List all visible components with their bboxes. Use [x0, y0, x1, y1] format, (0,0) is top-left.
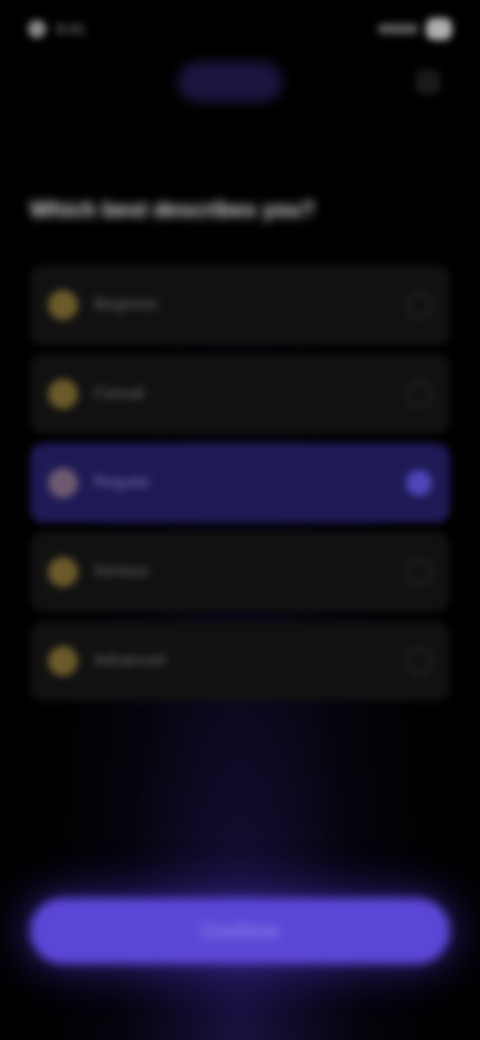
option-item[interactable]: Advanced	[30, 621, 450, 701]
option-list: Beginner Casual Regular Serious Advanced	[30, 265, 450, 710]
option-label: Advanced	[94, 652, 166, 669]
question-title: Which best describes you?	[30, 197, 315, 222]
status-left: 9:41	[28, 20, 85, 38]
radio-checked-icon[interactable]	[406, 470, 432, 496]
radio-icon[interactable]	[406, 381, 432, 407]
option-label: Beginner	[94, 296, 159, 313]
signal-icon	[378, 24, 418, 34]
continue-button-label: Continue	[201, 920, 279, 941]
option-label: Regular	[94, 474, 151, 491]
option-item[interactable]: Beginner	[30, 265, 450, 345]
option-label: Casual	[94, 385, 144, 402]
screen: 9:41 Which best describes you? Beginner …	[0, 0, 480, 1040]
option-item[interactable]: Serious	[30, 532, 450, 612]
option-item[interactable]: Casual	[30, 354, 450, 434]
battery-icon	[426, 18, 452, 40]
status-time: 9:41	[56, 20, 86, 38]
option-circle-icon	[48, 557, 78, 587]
radio-icon[interactable]	[406, 648, 432, 674]
brand-logo	[178, 62, 282, 102]
option-item-selected[interactable]: Regular	[30, 443, 450, 523]
option-circle-icon	[48, 379, 78, 409]
option-circle-icon	[48, 468, 78, 498]
radio-icon[interactable]	[406, 292, 432, 318]
option-circle-icon	[48, 290, 78, 320]
continue-button[interactable]: Continue	[30, 898, 450, 964]
status-bar: 9:41	[28, 14, 452, 44]
option-label: Serious	[94, 563, 149, 580]
close-icon[interactable]	[416, 70, 440, 94]
radio-icon[interactable]	[406, 559, 432, 585]
option-circle-icon	[48, 646, 78, 676]
camera-icon	[28, 20, 46, 38]
status-right	[378, 18, 452, 40]
